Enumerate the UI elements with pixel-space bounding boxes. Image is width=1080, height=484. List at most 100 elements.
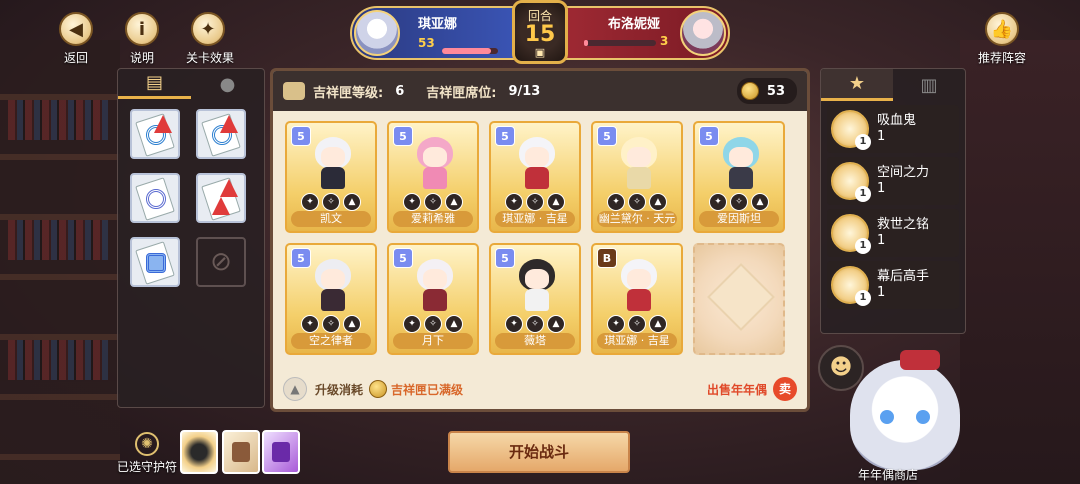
trait-icon: 1 bbox=[831, 266, 871, 306]
unit-portrait bbox=[617, 259, 661, 311]
tab-traits[interactable]: ★ bbox=[821, 69, 893, 101]
amulet-slot[interactable] bbox=[222, 430, 260, 474]
recommend-label: 推荐阵容 bbox=[977, 51, 1026, 65]
help-button[interactable]: i 说明 bbox=[120, 12, 164, 66]
amulet-slot[interactable] bbox=[262, 430, 300, 474]
unit-card[interactable]: B ✦ ✧ ▲ 琪亚娜 · 吉星 bbox=[591, 243, 683, 355]
stage-effect-label: 关卡效果 bbox=[186, 51, 235, 65]
box-level-value: 6 bbox=[395, 83, 405, 99]
arrow-up-icon: ▲ bbox=[290, 382, 300, 396]
unit-portrait bbox=[719, 137, 763, 189]
player-right-name: 布洛妮娅 bbox=[608, 17, 661, 32]
unit-name: 薇塔 bbox=[495, 333, 575, 349]
star-icon: ★ bbox=[848, 73, 866, 94]
trait-tier: 1 bbox=[855, 290, 871, 306]
round-counter: 回合 15 ▣ bbox=[512, 0, 568, 64]
unit-trait-icons: ✦ ✧ ▲ bbox=[491, 193, 579, 211]
bar-chart-icon: ▥ bbox=[920, 74, 938, 96]
trait-item[interactable]: 1 救世之铭 1 bbox=[827, 209, 959, 257]
help-label: 说明 bbox=[129, 51, 154, 65]
lucky-box-panel: 吉祥匣等级: 6 吉祥匣席位: 9/13 53 5 ✦ ✧ ▲ 凯文 5 ✦ ✧ ▲ 爱莉希雅 5 ✦… bbox=[270, 68, 810, 412]
unit-card[interactable]: 5 ✦ ✧ ▲ 月下 bbox=[387, 243, 479, 355]
box-seats-value: 9/13 bbox=[508, 83, 541, 99]
player-left-hp-fill bbox=[442, 48, 492, 54]
bookshelf-books bbox=[8, 100, 108, 140]
recommend-lineup-button[interactable]: 👍 推荐阵容 bbox=[972, 12, 1032, 66]
arrow-left-icon: ◀ bbox=[59, 12, 93, 46]
unit-level-badge: 5 bbox=[291, 248, 311, 268]
player-right-hp: 3 bbox=[660, 34, 669, 48]
tab-pets[interactable]: ● bbox=[191, 69, 264, 99]
unit-level-badge: 5 bbox=[597, 126, 617, 146]
info-icon: i bbox=[125, 12, 159, 46]
unit-name: 空之律者 bbox=[291, 333, 371, 349]
upgrade-cost-label: 升级消耗 bbox=[315, 382, 364, 397]
item-slot[interactable] bbox=[130, 237, 180, 287]
unit-portrait bbox=[413, 259, 457, 311]
unit-level-badge: 5 bbox=[393, 126, 413, 146]
box-full-label: 吉祥匣已满级 bbox=[391, 382, 464, 397]
tab-stats[interactable]: ▥ bbox=[893, 69, 965, 101]
bear-icon: ● bbox=[219, 73, 236, 95]
unit-name: 月下 bbox=[393, 333, 473, 349]
player-left-hp-bar bbox=[442, 48, 498, 54]
item-panel: ▤ ● ⊘ bbox=[117, 68, 265, 408]
coin-counter: 53 bbox=[736, 78, 797, 104]
unit-level-badge: 5 bbox=[699, 126, 719, 146]
amulet-gear-icon[interactable]: ✺ bbox=[135, 432, 159, 456]
background-wall bbox=[960, 40, 1080, 484]
trait-item[interactable]: 1 空间之力 1 bbox=[827, 157, 959, 205]
start-battle-button[interactable]: 开始战斗 bbox=[448, 431, 630, 473]
lucky-box-header: 吉祥匣等级: 6 吉祥匣席位: 9/13 53 bbox=[273, 71, 807, 111]
player-left-name: 琪亚娜 bbox=[418, 17, 458, 32]
unit-trait-icons: ✦ ✧ ▲ bbox=[695, 193, 783, 211]
trait-icon: 1 bbox=[831, 214, 871, 254]
unit-card[interactable]: 5 ✦ ✧ ▲ 凯文 bbox=[285, 121, 377, 233]
sell-button[interactable]: 出售年年偶 卖 bbox=[707, 377, 797, 401]
trait-count: 1 bbox=[877, 129, 886, 144]
shop-mascot[interactable] bbox=[840, 350, 970, 470]
unit-level-badge: B bbox=[597, 248, 617, 268]
back-label: 返回 bbox=[63, 51, 88, 65]
upgrade-button[interactable]: ▲ bbox=[283, 377, 307, 401]
tab-treasure[interactable]: ▤ bbox=[118, 69, 191, 99]
coin-icon bbox=[369, 380, 388, 398]
trait-name: 吸血鬼 bbox=[877, 113, 917, 128]
box-seats-label: 吉祥匣席位: bbox=[426, 85, 497, 101]
amulet-slot[interactable] bbox=[180, 430, 218, 474]
unit-card[interactable]: 5 ✦ ✧ ▲ 薇塔 bbox=[489, 243, 581, 355]
stage-effect-button[interactable]: ✦ 关卡效果 bbox=[186, 12, 235, 66]
item-slot[interactable] bbox=[196, 173, 246, 223]
unit-level-badge: 5 bbox=[291, 126, 311, 146]
unit-card[interactable]: 5 ✦ ✧ ▲ 幽兰黛尔 · 天元 bbox=[591, 121, 683, 233]
trait-panel: ★ ▥ 1 吸血鬼 1 1 空间之力 1 1 救世之铭 1 1 幕后高手 1 bbox=[820, 68, 966, 334]
unit-card[interactable]: 5 ✦ ✧ ▲ 爱因斯坦 bbox=[693, 121, 785, 233]
trait-item[interactable]: 1 吸血鬼 1 bbox=[827, 105, 959, 153]
unit-trait-icons: ✦ ✧ ▲ bbox=[593, 315, 681, 333]
unit-card[interactable]: 5 ✦ ✧ ▲ 琪亚娜 · 吉星 bbox=[489, 121, 581, 233]
item-slot[interactable] bbox=[196, 109, 246, 159]
box-icon: ▣ bbox=[534, 46, 546, 59]
back-button[interactable]: ◀ 返回 bbox=[54, 12, 98, 66]
unit-card[interactable]: 5 ✦ ✧ ▲ 空之律者 bbox=[285, 243, 377, 355]
round-number: 15 bbox=[524, 22, 556, 47]
trait-count: 1 bbox=[877, 285, 886, 300]
player-right-hp-bar bbox=[584, 40, 656, 46]
background-bookshelf bbox=[0, 40, 120, 484]
empty-unit-slot[interactable] bbox=[693, 243, 785, 355]
coin-icon bbox=[740, 82, 759, 100]
trait-tier: 1 bbox=[855, 238, 871, 254]
unit-trait-icons: ✦ ✧ ▲ bbox=[287, 315, 375, 333]
item-slot[interactable] bbox=[130, 109, 180, 159]
sell-label: 出售年年偶 bbox=[706, 382, 767, 397]
unit-card[interactable]: 5 ✦ ✧ ▲ 爱莉希雅 bbox=[387, 121, 479, 233]
player-right-panel: 布洛妮娅 3 bbox=[552, 6, 730, 60]
player-right-hp-fill bbox=[584, 40, 588, 46]
trait-name: 救世之铭 bbox=[877, 217, 930, 232]
unit-name: 爱莉希雅 bbox=[393, 211, 473, 227]
trait-item[interactable]: 1 幕后高手 1 bbox=[827, 261, 959, 309]
unit-name: 爱因斯坦 bbox=[699, 211, 779, 227]
item-slot[interactable] bbox=[130, 173, 180, 223]
trait-count: 1 bbox=[877, 233, 886, 248]
shop-label: 年年偶商店 bbox=[858, 468, 919, 482]
